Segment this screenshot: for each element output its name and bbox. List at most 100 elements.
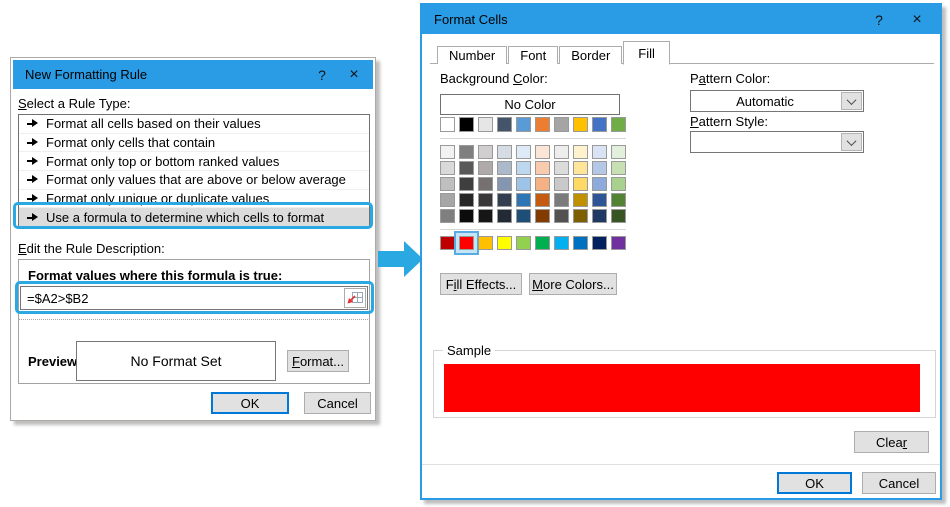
color-swatch[interactable]: [535, 177, 550, 191]
color-swatch[interactable]: [440, 193, 455, 207]
color-swatch[interactable]: [497, 161, 512, 175]
color-swatch[interactable]: [478, 177, 493, 191]
tab-font[interactable]: Font: [508, 46, 558, 64]
color-swatch[interactable]: [478, 193, 493, 207]
color-swatch[interactable]: [459, 209, 474, 223]
color-swatch[interactable]: [497, 177, 512, 191]
help-icon[interactable]: ?: [307, 60, 337, 89]
help-icon[interactable]: ?: [864, 5, 894, 34]
color-swatch[interactable]: [440, 145, 455, 159]
color-swatch[interactable]: [535, 209, 550, 223]
color-swatch[interactable]: [573, 209, 588, 223]
color-swatch[interactable]: [497, 209, 512, 223]
format-button[interactable]: Format...: [287, 350, 349, 372]
color-swatch[interactable]: [516, 236, 531, 250]
color-swatch[interactable]: [497, 236, 512, 250]
fill-effects-button[interactable]: Fill Effects...: [440, 273, 522, 295]
rule-type-item[interactable]: Format only values that are above or bel…: [19, 171, 369, 190]
color-swatch[interactable]: [611, 145, 626, 159]
ok-button[interactable]: OK: [777, 472, 852, 494]
rule-type-item[interactable]: Use a formula to determine which cells t…: [19, 208, 369, 227]
color-swatch[interactable]: [573, 117, 588, 132]
close-icon[interactable]: ×: [339, 60, 369, 89]
color-swatch[interactable]: [516, 117, 531, 132]
color-swatch[interactable]: [611, 193, 626, 207]
color-swatch[interactable]: [592, 209, 607, 223]
color-swatch[interactable]: [592, 161, 607, 175]
color-swatch[interactable]: [535, 193, 550, 207]
color-swatch[interactable]: [478, 209, 493, 223]
color-swatch[interactable]: [459, 161, 474, 175]
no-color-button[interactable]: No Color: [440, 94, 620, 115]
pattern-style-dropdown-button[interactable]: [841, 133, 862, 151]
color-swatch[interactable]: [573, 193, 588, 207]
color-swatch[interactable]: [611, 117, 626, 132]
rule-type-item[interactable]: Format only cells that contain: [19, 134, 369, 153]
tab-fill[interactable]: Fill: [623, 41, 670, 65]
color-swatch[interactable]: [459, 193, 474, 207]
color-swatch[interactable]: [440, 177, 455, 191]
tab-border[interactable]: Border: [559, 46, 622, 64]
color-swatch[interactable]: [440, 209, 455, 223]
color-swatch[interactable]: [573, 145, 588, 159]
pattern-style-combo[interactable]: [690, 131, 864, 153]
color-swatch[interactable]: [611, 161, 626, 175]
color-swatch[interactable]: [611, 236, 626, 250]
formula-input[interactable]: [21, 291, 344, 306]
color-swatch[interactable]: [459, 177, 474, 191]
color-swatch[interactable]: [554, 177, 569, 191]
color-swatch[interactable]: [440, 117, 455, 132]
color-swatch[interactable]: [592, 193, 607, 207]
color-swatch[interactable]: [516, 193, 531, 207]
color-swatch[interactable]: [497, 193, 512, 207]
color-swatch[interactable]: [440, 236, 455, 250]
color-swatch[interactable]: [554, 193, 569, 207]
color-swatch[interactable]: [592, 145, 607, 159]
color-swatch[interactable]: [459, 236, 474, 250]
color-swatch[interactable]: [573, 177, 588, 191]
color-swatch[interactable]: [516, 177, 531, 191]
color-swatch[interactable]: [573, 161, 588, 175]
tab-number[interactable]: Number: [437, 46, 507, 64]
color-swatch[interactable]: [592, 236, 607, 250]
format-cells-titlebar[interactable]: Format Cells ? ×: [422, 5, 940, 34]
color-swatch[interactable]: [497, 145, 512, 159]
color-swatch[interactable]: [459, 145, 474, 159]
color-swatch[interactable]: [497, 117, 512, 132]
color-swatch[interactable]: [535, 117, 550, 132]
color-swatch[interactable]: [611, 209, 626, 223]
color-swatch[interactable]: [478, 236, 493, 250]
color-swatch[interactable]: [478, 117, 493, 132]
rule-type-item[interactable]: Format only top or bottom ranked values: [19, 152, 369, 171]
color-swatch[interactable]: [592, 117, 607, 132]
color-swatch[interactable]: [516, 145, 531, 159]
color-swatch[interactable]: [478, 161, 493, 175]
clear-button[interactable]: Clear: [854, 431, 929, 453]
color-swatch[interactable]: [554, 145, 569, 159]
color-swatch[interactable]: [459, 117, 474, 132]
color-swatch[interactable]: [535, 236, 550, 250]
more-colors-button[interactable]: More Colors...: [529, 273, 617, 295]
close-icon[interactable]: ×: [902, 5, 932, 34]
color-swatch[interactable]: [611, 177, 626, 191]
color-swatch[interactable]: [516, 161, 531, 175]
color-swatch[interactable]: [535, 161, 550, 175]
color-swatch[interactable]: [516, 209, 531, 223]
color-swatch[interactable]: [592, 177, 607, 191]
pattern-color-combo[interactable]: Automatic: [690, 90, 864, 112]
range-picker-icon[interactable]: [344, 288, 366, 308]
color-swatch[interactable]: [554, 161, 569, 175]
cancel-button[interactable]: Cancel: [862, 472, 936, 494]
color-swatch[interactable]: [554, 209, 569, 223]
color-swatch[interactable]: [440, 161, 455, 175]
color-swatch[interactable]: [554, 117, 569, 132]
color-swatch[interactable]: [554, 236, 569, 250]
ok-button[interactable]: OK: [211, 392, 289, 414]
rule-type-item[interactable]: Format only unique or duplicate values: [19, 190, 369, 209]
color-swatch[interactable]: [535, 145, 550, 159]
color-swatch[interactable]: [478, 145, 493, 159]
cancel-button[interactable]: Cancel: [304, 392, 371, 414]
pattern-color-dropdown-button[interactable]: [841, 92, 862, 110]
new-formatting-rule-titlebar[interactable]: New Formatting Rule ? ×: [13, 60, 373, 89]
rule-type-item[interactable]: Format all cells based on their values: [19, 115, 369, 134]
